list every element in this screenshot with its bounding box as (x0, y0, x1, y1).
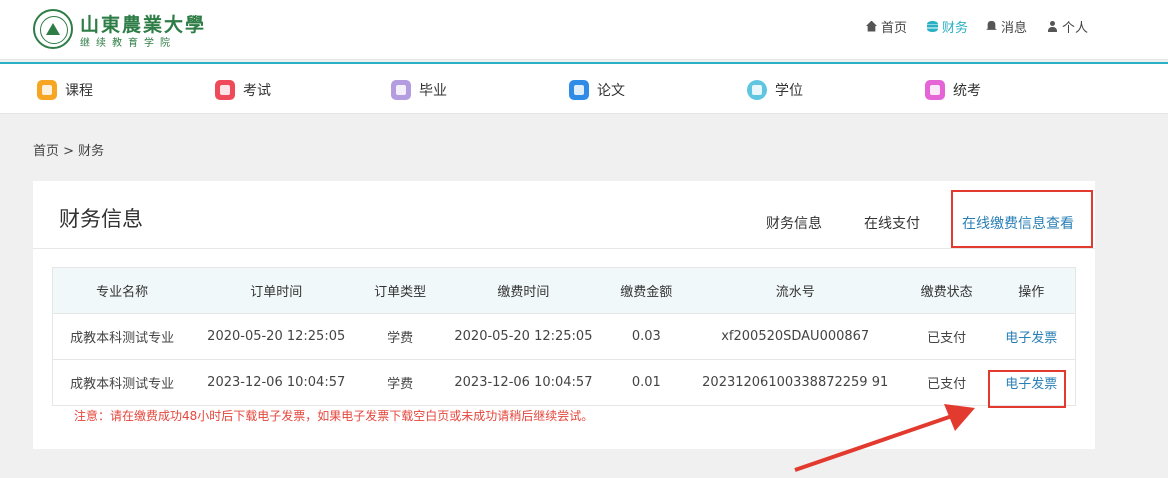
topnav-finance-label: 财务 (942, 20, 969, 36)
degree-icon (747, 80, 767, 100)
table-header-row: 专业名称 订单时间 订单类型 缴费时间 缴费金额 流水号 缴费状态 操作 (52, 267, 1076, 314)
cell-status: 已支付 (905, 313, 988, 360)
payment-table: 专业名称 订单时间 订单类型 缴费时间 缴费金额 流水号 缴费状态 操作 成教本… (52, 267, 1076, 406)
col-pay-time: 缴费时间 (439, 267, 608, 314)
school-name: 山東農業大學 (80, 14, 207, 36)
tab-finance-info[interactable]: 财务信息 (766, 213, 822, 233)
graduation-icon (391, 80, 411, 100)
unified-exam-icon (925, 80, 945, 100)
module-exam[interactable]: 考试 (215, 78, 271, 102)
module-paper[interactable]: 论文 (569, 78, 625, 102)
col-order-type: 订单类型 (361, 267, 440, 314)
cell-amount: 0.01 (607, 359, 685, 406)
topnav-home-label: 首页 (881, 20, 908, 36)
module-course-label: 课程 (65, 83, 93, 99)
topnav-messages[interactable]: 消息 (986, 17, 1028, 36)
topnav-finance[interactable]: 财务 (927, 17, 969, 36)
cell-action: 电子发票 (987, 313, 1076, 360)
panel-title: 财务信息 (59, 207, 143, 231)
bell-icon (986, 20, 997, 30)
module-degree-label: 学位 (775, 83, 803, 99)
school-subtitle: 继续教育学院 (80, 38, 176, 49)
breadcrumb: 首页 > 财务 (33, 144, 105, 159)
module-graduation[interactable]: 毕业 (391, 78, 447, 102)
home-icon (866, 20, 877, 32)
database-icon (927, 20, 938, 32)
module-graduation-label: 毕业 (419, 83, 447, 99)
e-invoice-link[interactable]: 电子发票 (1005, 331, 1057, 346)
topnav-profile-label: 个人 (1062, 20, 1089, 36)
module-course[interactable]: 课程 (37, 78, 93, 102)
cell-order-type: 学费 (361, 359, 440, 406)
module-unified-exam[interactable]: 统考 (925, 78, 981, 102)
cell-amount: 0.03 (607, 313, 685, 360)
course-icon (37, 80, 57, 100)
cell-order-time: 2020-05-20 12:25:05 (191, 313, 362, 360)
cell-major: 成教本科测试专业 (52, 359, 192, 406)
topnav-messages-label: 消息 (1001, 20, 1028, 36)
cell-major: 成教本科测试专业 (52, 313, 192, 360)
user-icon (1047, 20, 1058, 32)
tab-highlight-box (951, 190, 1093, 248)
module-exam-label: 考试 (243, 83, 271, 99)
cell-status: 已支付 (905, 359, 988, 406)
module-bar: 课程 考试 毕业 论文 学位 统考 (0, 62, 1168, 114)
col-action: 操作 (987, 267, 1076, 314)
cell-pay-time: 2020-05-20 12:25:05 (439, 313, 608, 360)
col-order-time: 订单时间 (191, 267, 362, 314)
invoice-notice: 注意：请在缴费成功48小时后下载电子发票，如果电子发票下载空白页或未成功请稍后继… (74, 409, 594, 423)
university-logo[interactable] (33, 9, 73, 49)
header: 山東農業大學 继续教育学院 首页 财务 消息 个人 (0, 0, 1168, 60)
invoice-highlight-box (988, 370, 1066, 408)
table-row: 成教本科测试专业 2020-05-20 12:25:05 学费 2020-05-… (52, 313, 1076, 360)
paper-icon (569, 80, 589, 100)
cell-serial: xf200520SDAU000867 (684, 313, 906, 360)
module-degree[interactable]: 学位 (747, 78, 803, 102)
module-unified-exam-label: 统考 (953, 83, 981, 99)
col-amount: 缴费金额 (607, 267, 685, 314)
panel-divider (33, 248, 1095, 249)
module-paper-label: 论文 (597, 83, 625, 99)
col-major: 专业名称 (52, 267, 192, 314)
col-serial: 流水号 (684, 267, 906, 314)
finance-panel: 财务信息 财务信息 在线支付 在线缴费信息查看 专业名称 订单时间 订单类型 缴… (33, 181, 1095, 449)
topnav-home[interactable]: 首页 (866, 17, 908, 36)
topnav-profile[interactable]: 个人 (1047, 17, 1089, 36)
cell-order-time: 2023-12-06 10:04:57 (191, 359, 362, 406)
exam-icon (215, 80, 235, 100)
tab-online-payment[interactable]: 在线支付 (864, 213, 920, 233)
cell-serial: 20231206100338872259 91 (684, 359, 906, 406)
table-row: 成教本科测试专业 2023-12-06 10:04:57 学费 2023-12-… (52, 359, 1076, 406)
cell-pay-time: 2023-12-06 10:04:57 (439, 359, 608, 406)
col-status: 缴费状态 (905, 267, 988, 314)
cell-order-type: 学费 (361, 313, 440, 360)
